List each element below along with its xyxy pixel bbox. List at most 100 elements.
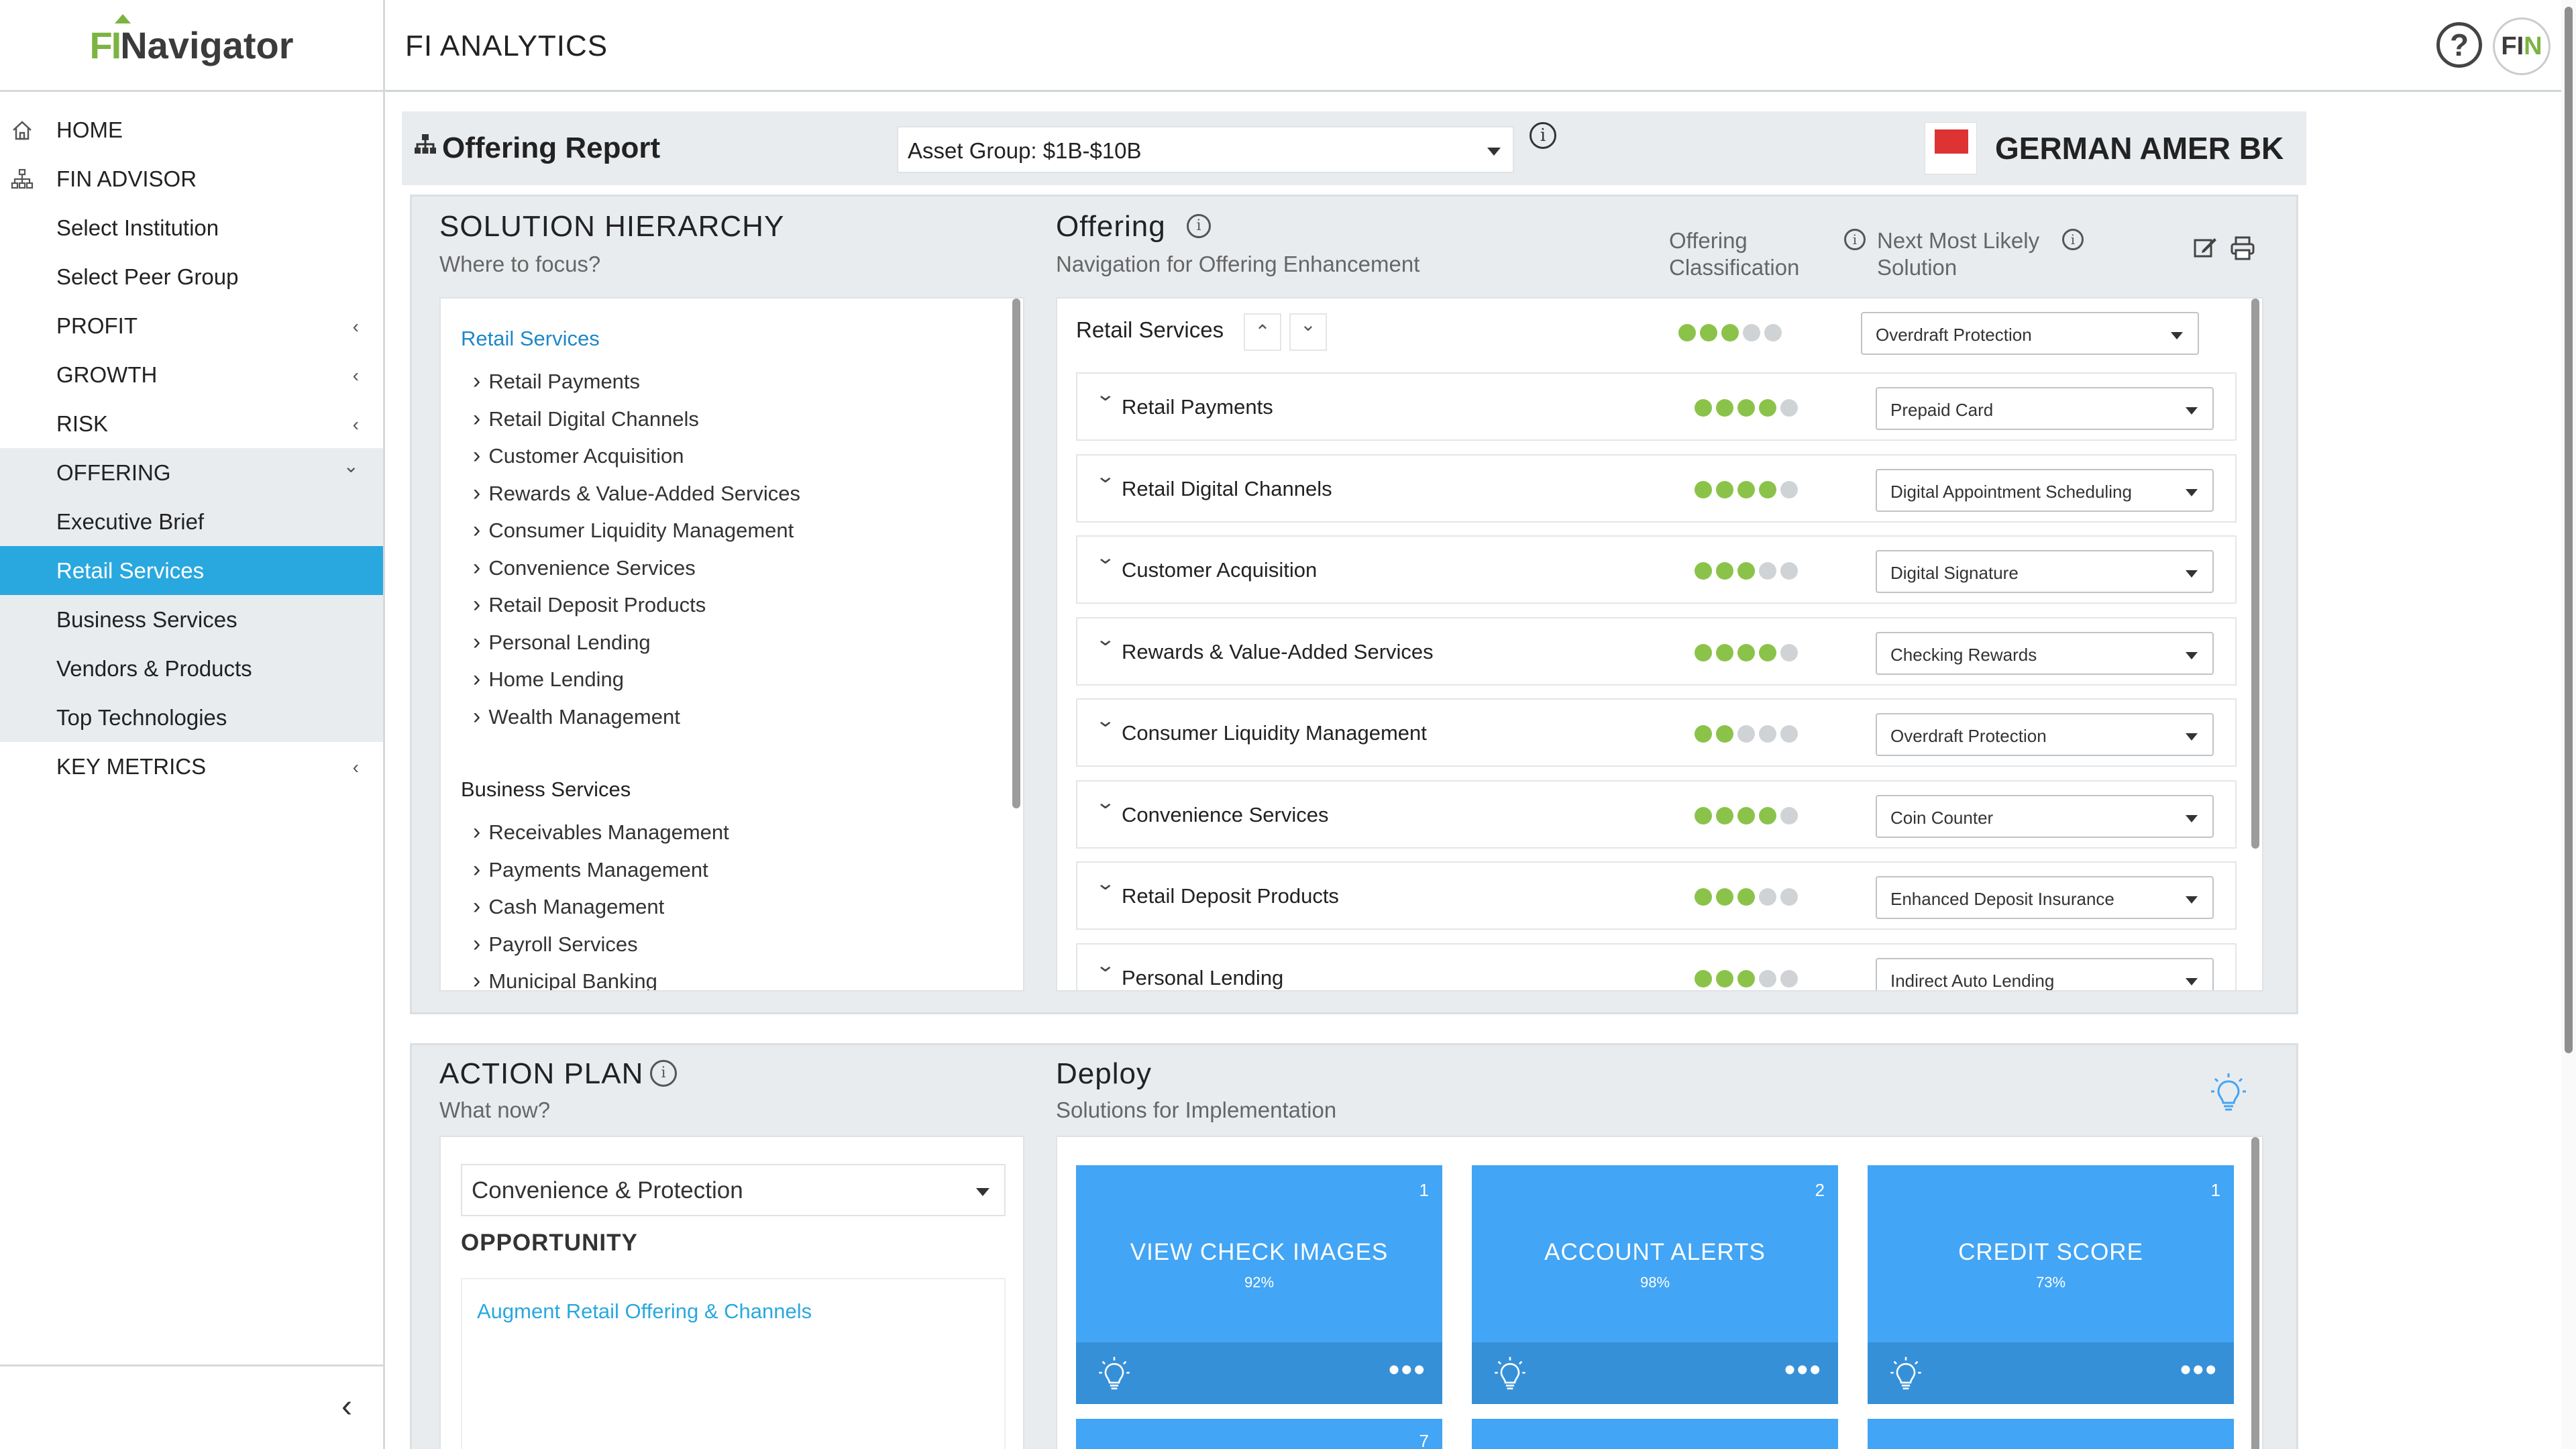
sidebar-item-offering[interactable]: OFFERING ⌄ <box>0 448 383 497</box>
sidebar-item-select-peer-group[interactable]: Select Peer Group <box>0 252 383 301</box>
solution-select[interactable]: Digital Appointment Scheduling <box>1876 468 2214 512</box>
info-icon[interactable]: i <box>1844 229 1866 250</box>
hierarchy-item[interactable]: Wealth Management <box>473 704 680 730</box>
solution-select[interactable]: Overdraft Protection <box>1861 312 2199 355</box>
sidebar-item-executive-brief[interactable]: Executive Brief <box>0 497 383 546</box>
chevron-down-icon[interactable]: ⌄ <box>1095 709 1116 731</box>
more-options-icon[interactable]: ••• <box>1389 1352 1426 1389</box>
hierarchy-item[interactable]: Receivables Management <box>473 819 729 845</box>
chevron-down-icon <box>2186 488 2198 496</box>
sidebar-item-key-metrics[interactable]: KEY METRICS ‹ <box>0 742 383 791</box>
chevron-down-icon[interactable]: ⌄ <box>1289 313 1327 351</box>
solution-select[interactable]: Coin Counter <box>1876 794 2214 838</box>
sidebar-item-top-technologies[interactable]: Top Technologies <box>0 693 383 742</box>
opportunity-link[interactable]: Augment Retail Offering & Channels <box>477 1299 812 1324</box>
offering-row[interactable]: ⌄ Customer Acquisition Digital Signature <box>1076 535 2237 604</box>
chevron-down-icon[interactable]: ⌄ <box>1095 546 1116 568</box>
avatar[interactable]: FIN <box>2493 17 2551 75</box>
sidebar-item-fin-advisor[interactable]: FIN ADVISOR <box>0 154 383 203</box>
sidebar-item-risk[interactable]: RISK ‹ <box>0 399 383 448</box>
category-select[interactable]: Convenience & Protection <box>461 1164 1006 1216</box>
asset-group-select[interactable]: Asset Group: $1B-$10B <box>897 126 1514 173</box>
solution-card[interactable]: 1 CREDIT SCORE 73% ••• <box>1868 1165 2234 1404</box>
solution-select[interactable]: Checking Rewards <box>1876 631 2214 675</box>
info-icon[interactable]: i <box>1529 122 1556 149</box>
offering-row[interactable]: ⌄ Personal Lending Indirect Auto Lending <box>1076 943 2237 990</box>
hierarchy-item[interactable]: Retail Digital Channels <box>473 406 699 432</box>
hierarchy-item[interactable]: Home Lending <box>473 666 624 692</box>
hierarchy-item[interactable]: Payroll Services <box>473 931 637 957</box>
solution-select[interactable]: Indirect Auto Lending <box>1876 957 2214 990</box>
rating-dot <box>1695 969 1712 987</box>
sidebar-item-growth[interactable]: GROWTH ‹ <box>0 350 383 399</box>
logo-fi: FI <box>89 13 131 66</box>
hierarchy-item[interactable]: Retail Payments <box>473 368 640 394</box>
solution-card[interactable] <box>1868 1419 2234 1449</box>
scrollbar-thumb[interactable] <box>2251 299 2259 849</box>
edit-icon[interactable] <box>2193 235 2217 260</box>
hierarchy-item[interactable]: Municipal Banking <box>473 968 657 990</box>
sidebar-item-retail-services[interactable]: Retail Services <box>0 546 383 595</box>
hierarchy-item[interactable]: Consumer Liquidity Management <box>473 517 794 543</box>
sidebar-item-vendors-products[interactable]: Vendors & Products <box>0 644 383 693</box>
offering-classification-header: Offering Classification <box>1669 228 1800 280</box>
chevron-down-icon[interactable]: ⌄ <box>1095 872 1116 894</box>
print-icon[interactable] <box>2230 235 2255 261</box>
rating-dot <box>1743 324 1760 341</box>
offering-row[interactable]: ⌄ Retail Payments Prepaid Card <box>1076 372 2237 441</box>
lightbulb-icon[interactable] <box>1888 1356 1924 1392</box>
solution-card[interactable]: 1 VIEW CHECK IMAGES 92% ••• <box>1076 1165 1442 1404</box>
sidebar-item-profit[interactable]: PROFIT ‹ <box>0 301 383 350</box>
chevron-down-icon[interactable]: ⌄ <box>1095 954 1116 976</box>
hierarchy-item[interactable]: Rewards & Value-Added Services <box>473 480 800 506</box>
chevron-down-icon[interactable]: ⌄ <box>1095 791 1116 813</box>
offering-row[interactable]: ⌄ Rewards & Value-Added Services Checking … <box>1076 616 2237 686</box>
sidebar-item-select-institution[interactable]: Select Institution <box>0 203 383 252</box>
hierarchy-item[interactable]: Payments Management <box>473 857 708 883</box>
chevron-down-icon[interactable]: ⌄ <box>1095 465 1116 487</box>
offering-row[interactable]: ⌄ Convenience Services Coin Counter <box>1076 780 2237 849</box>
rating-dot <box>1695 562 1712 580</box>
more-options-icon[interactable]: ••• <box>2180 1352 2218 1389</box>
hierarchy-list[interactable]: Retail Services Retail Payments Retail Dig… <box>439 297 1024 991</box>
lightbulb-icon[interactable] <box>1492 1356 1528 1392</box>
hierarchy-item[interactable]: Cash Management <box>473 894 664 920</box>
info-icon[interactable]: i <box>650 1060 677 1087</box>
offering-row[interactable]: ⌄ Consumer Liquidity Management Overdraft … <box>1076 698 2237 767</box>
sidebar-nav: HOME FIN ADVISOR Select Institution Select … <box>0 105 383 791</box>
offering-row[interactable]: ⌄ Retail Digital Channels Digital Appointm… <box>1076 453 2237 523</box>
hierarchy-category-business[interactable]: Business Services <box>461 777 631 802</box>
solution-select[interactable]: Prepaid Card <box>1876 387 2214 430</box>
collapse-sidebar-button[interactable]: ‹ <box>0 1364 383 1449</box>
hierarchy-item[interactable]: Customer Acquisition <box>473 443 684 469</box>
solution-select[interactable]: Overdraft Protection <box>1876 713 2214 756</box>
hierarchy-item[interactable]: Retail Deposit Products <box>473 592 706 618</box>
lightbulb-icon[interactable] <box>2210 1072 2247 1114</box>
lightbulb-icon[interactable] <box>1096 1356 1132 1392</box>
scrollbar-thumb[interactable] <box>2565 7 2573 1053</box>
more-options-icon[interactable]: ••• <box>1784 1352 1822 1389</box>
top-bar: FI ANALYTICS ? FIN <box>385 0 2576 92</box>
app-logo[interactable]: FI Navigator <box>0 0 383 92</box>
solution-card[interactable]: 2 ACCOUNT ALERTS 98% ••• <box>1472 1165 1838 1404</box>
solution-card[interactable]: 7 <box>1076 1419 1442 1449</box>
offering-row[interactable]: ⌄ Retail Deposit Products Enhanced Deposit… <box>1076 861 2237 930</box>
solution-select[interactable]: Digital Signature <box>1876 550 2214 593</box>
help-icon[interactable]: ? <box>2436 22 2482 68</box>
info-icon[interactable]: i <box>1187 214 1211 238</box>
chevron-down-icon[interactable]: ⌄ <box>1095 383 1116 405</box>
page-scrollbar[interactable] <box>2561 0 2576 1449</box>
solution-select[interactable]: Enhanced Deposit Insurance <box>1876 876 2214 919</box>
chevron-down-icon[interactable]: ⌄ <box>1095 628 1116 650</box>
solution-card[interactable] <box>1472 1419 1838 1449</box>
info-icon[interactable]: i <box>2062 229 2084 250</box>
sidebar-item-business-services[interactable]: Business Services <box>0 595 383 644</box>
hierarchy-item[interactable]: Personal Lending <box>473 629 650 655</box>
chevron-up-icon[interactable]: ⌃ <box>1244 313 1281 351</box>
sidebar-item-home[interactable]: HOME <box>0 105 383 154</box>
offering-table[interactable]: Retail Services ⌃ ⌄ Overdraft Protection ⌄ Re… <box>1056 297 2263 991</box>
hierarchy-category-retail[interactable]: Retail Services <box>461 327 600 351</box>
scrollbar-thumb[interactable] <box>1012 299 1020 808</box>
scrollbar-thumb[interactable] <box>2251 1137 2259 1449</box>
hierarchy-item[interactable]: Convenience Services <box>473 555 695 581</box>
